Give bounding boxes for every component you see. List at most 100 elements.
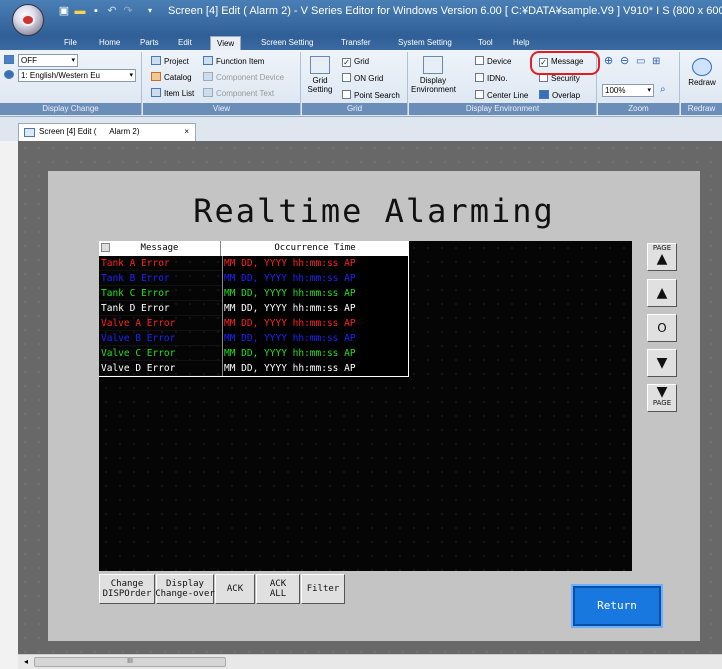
redraw-button[interactable]: Redraw [683,58,721,87]
table-row: Valve A Error MM DD, YYYY hh:mm:ss AP [99,316,408,331]
table-row: Tank A Error MM DD, YYYY hh:mm:ss AP [99,256,408,271]
row-time: MM DD, YYYY hh:mm:ss AP [222,271,408,286]
zoom-window-icon[interactable]: ⊞ [652,56,660,67]
tab-view[interactable]: View [210,36,242,50]
scroll-up-button[interactable]: ▲ [647,279,677,307]
on-grid-checkbox[interactable]: ON Grid [342,73,383,84]
save-icon[interactable]: ▪ [90,5,102,17]
component-device-button[interactable]: Component Device [203,72,284,83]
select-button[interactable]: O [647,314,677,342]
tab-system-setting[interactable]: System Setting [398,36,452,50]
center-line-label: Center Line [487,91,529,100]
editor-canvas[interactable]: Realtime Alarming Message Occurrence Tim… [18,141,722,654]
zoom-fit-icon[interactable]: ▭ [636,56,645,67]
tab-home[interactable]: Home [99,36,120,50]
tab-screen-setting[interactable]: Screen Setting [261,36,313,50]
open-icon[interactable]: ▬ [74,5,86,17]
page-down-button[interactable]: ▼ PAGE [647,384,677,412]
redraw-label: Redraw [688,78,716,87]
change-disp-order-button[interactable]: Change DISPOrder [99,574,155,604]
tab-tool[interactable]: Tool [478,36,493,50]
return-button[interactable]: Return [571,584,663,628]
alarm-table: Message Occurrence Time Tank A Error MM D… [99,241,408,376]
filter-button[interactable]: Filter [301,574,345,604]
overlap-icon [539,90,549,99]
display-changeover-button[interactable]: Display Change-over [155,574,215,604]
component-text-label: Component Text [216,89,275,98]
point-search-checkbox[interactable]: Point Search [342,90,400,101]
row-time: MM DD, YYYY hh:mm:ss AP [222,346,408,361]
zoom-search-icon[interactable]: ⌕ [660,84,666,95]
idno-checkbox[interactable]: IDNo. [475,73,507,84]
new-icon[interactable]: ▣ [58,5,70,17]
close-icon[interactable]: × [184,124,189,140]
project-label: Project [164,57,189,66]
row-time: MM DD, YYYY hh:mm:ss AP [222,316,408,331]
page-up-button[interactable]: PAGE ▲ [647,243,677,271]
catalog-button[interactable]: Catalog [151,72,192,83]
row-time: MM DD, YYYY hh:mm:ss AP [222,361,408,376]
ack-all-button[interactable]: ACK ALL [256,574,300,604]
language-value: 1: English/Western Eu [21,71,101,80]
tab-transfer[interactable]: Transfer [341,36,371,50]
row-time: MM DD, YYYY hh:mm:ss AP [222,256,408,271]
chevron-down-icon: ▾ [129,72,133,79]
scroll-left-icon[interactable]: ◂ [20,656,32,668]
customize-qa-icon[interactable]: ▾ [144,5,156,17]
function-item-button[interactable]: Function Item [203,56,264,67]
component-text-button[interactable]: Component Text [203,88,274,99]
tab-help[interactable]: Help [513,36,529,50]
message-highlight-annotation [530,51,600,75]
row-message: Valve A Error [101,318,176,329]
catalog-icon [151,72,161,81]
zoom-value: 100% [605,86,626,95]
alarm-display[interactable]: Message Occurrence Time Tank A Error MM D… [99,241,677,571]
row-message: Valve D Error [101,363,176,374]
header-message: Message [99,241,221,256]
screen-icon [24,128,35,137]
project-button[interactable]: Project [151,56,189,67]
app-menu-orb-icon[interactable] [12,4,44,36]
center-line-checkbox[interactable]: Center Line [475,90,528,101]
zoom-dropdown[interactable]: 100% ▾ [602,84,654,97]
grid-checkbox[interactable]: ✓ Grid [342,56,369,67]
language-icon [4,55,14,64]
display-environment-label: Display Environment [411,76,456,94]
tab-file[interactable]: File [64,36,77,50]
tab-edit[interactable]: Edit [178,36,192,50]
language-dropdown[interactable]: 1: English/Western Eu ▾ [18,69,136,82]
doc-tab-screen-4[interactable]: Screen [4] Edit ( Alarm 2) × [18,123,196,141]
overlap-checkbox[interactable]: Overlap [539,90,580,101]
grid-check-icon: ✓ [342,58,351,67]
row-time: MM DD, YYYY hh:mm:ss AP [222,286,408,301]
undo-icon[interactable]: ↶ [106,5,118,17]
component-device-icon [203,72,213,81]
grid-setting-button[interactable]: Grid Setting [304,56,336,94]
redo-icon[interactable]: ↷ [122,5,134,17]
function-item-icon [203,56,213,65]
arrow-down-icon: ▼ [656,355,668,371]
row-time: MM DD, YYYY hh:mm:ss AP [222,301,408,316]
row-message: Valve B Error [101,333,176,344]
display-change-dropdown[interactable]: OFF ▾ [18,54,78,67]
tab-parts[interactable]: Parts [140,36,159,50]
item-list-label: Item List [164,89,195,98]
on-grid-check-icon [342,73,351,82]
scrollbar-thumb[interactable]: III [34,657,226,667]
security-label: Security [551,74,580,83]
item-list-button[interactable]: Item List [151,88,194,99]
zoom-in-icon[interactable]: ⊕ [604,56,613,67]
display-environment-button[interactable]: Display Environment [411,56,456,94]
orb-face-icon [21,14,35,26]
ack-button[interactable]: ACK [215,574,255,604]
scroll-down-button[interactable]: ▼ [647,349,677,377]
page-title: Realtime Alarming [193,192,555,230]
device-checkbox[interactable]: Device [475,56,511,67]
zoom-out-icon[interactable]: ⊖ [620,56,629,67]
device-check-icon [475,56,484,65]
grid-label: Grid [354,57,370,66]
horizontal-scrollbar[interactable]: ◂ III [18,654,722,669]
hmi-screen[interactable]: Realtime Alarming Message Occurrence Tim… [48,171,700,641]
page-down-label: PAGE [652,399,672,407]
table-border [99,376,409,377]
